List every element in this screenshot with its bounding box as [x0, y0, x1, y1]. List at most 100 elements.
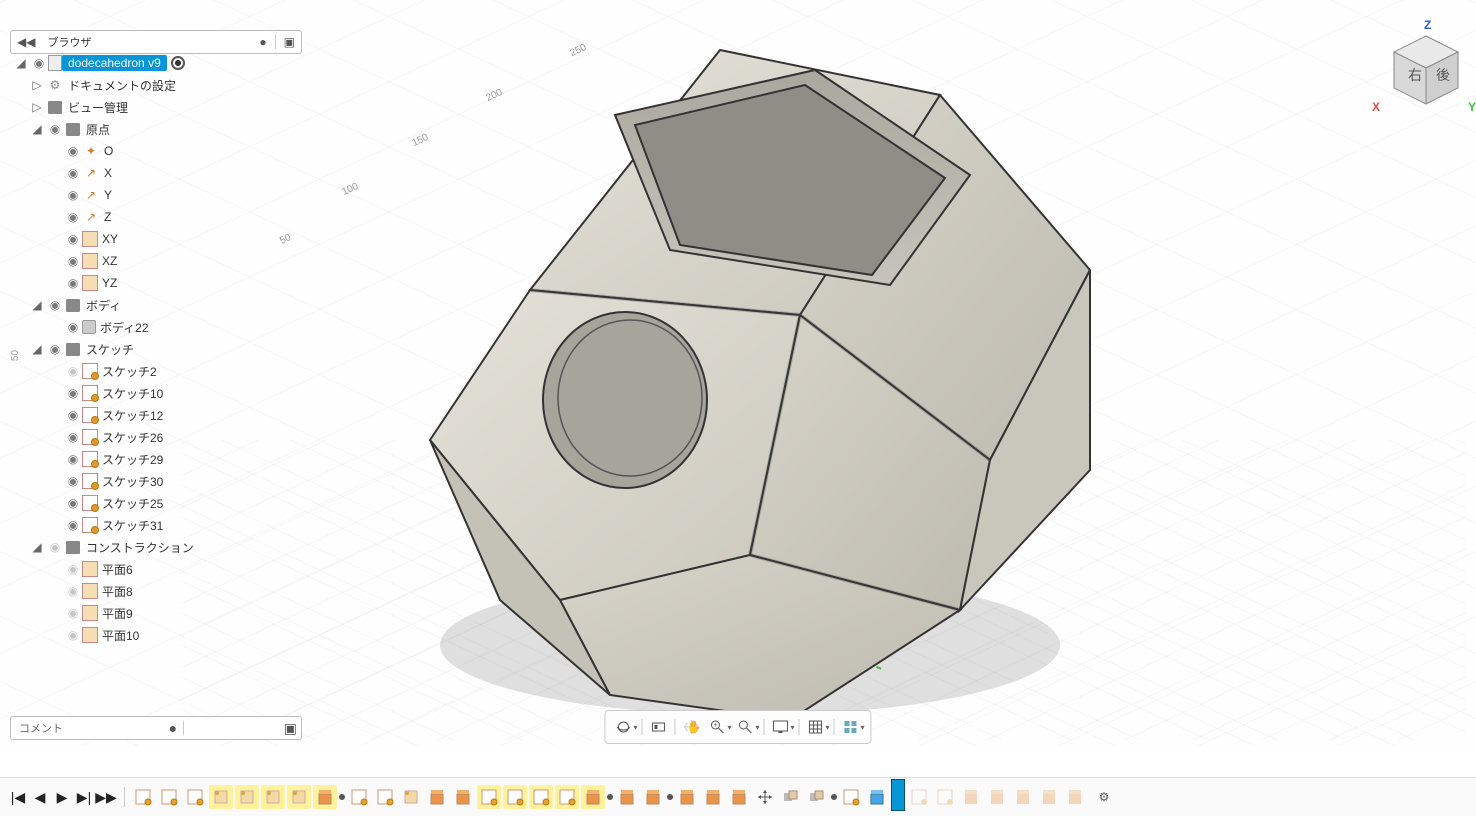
timeline-feature-plane[interactable] [399, 785, 423, 809]
timeline-feature-extrude[interactable] [641, 785, 665, 809]
comment-expand-button[interactable]: ● [165, 720, 181, 736]
expand-arrow-icon[interactable]: ◢ [28, 120, 46, 138]
tree-origin-item[interactable]: ◉YZ [10, 272, 310, 294]
timeline-feature-sketch[interactable] [373, 785, 397, 809]
expand-arrow-icon[interactable]: ▷ [28, 76, 46, 94]
visibility-toggle-icon[interactable]: ◉ [64, 164, 82, 182]
tree-origin-item[interactable]: ◉↗Y [10, 184, 310, 206]
timeline-feature-sketch[interactable] [477, 785, 501, 809]
tree-construction-item[interactable]: ◉平面9 [10, 602, 310, 624]
tree-sketch-group[interactable]: ◢ ◉ スケッチ [10, 338, 310, 360]
timeline-prev-button[interactable]: ◀ [30, 787, 50, 807]
timeline-feature-combine[interactable] [779, 785, 803, 809]
timeline-feature-sketch-d[interactable] [907, 785, 931, 809]
tree-construction-item[interactable]: ◉平面6 [10, 558, 310, 580]
tree-origin-item[interactable]: ◉✦O [10, 140, 310, 162]
visibility-toggle-icon[interactable]: ◉ [64, 450, 82, 468]
visibility-toggle-icon[interactable]: ◉ [64, 428, 82, 446]
visibility-toggle-icon[interactable]: ◉ [64, 318, 82, 336]
visibility-toggle-icon[interactable]: ◉ [64, 494, 82, 512]
grid-settings-button[interactable] [804, 716, 828, 738]
visibility-toggle-icon[interactable]: ◉ [46, 120, 64, 138]
tree-sketch-item[interactable]: ◉スケッチ29 [10, 448, 310, 470]
timeline-feature-combine[interactable] [805, 785, 829, 809]
timeline-feature-sketch[interactable] [183, 785, 207, 809]
browser-tree[interactable]: ◢ ◉ dodecahedron v9 ▷ ⚙ ドキュメントの設定 ▷ ビュー管… [10, 52, 310, 646]
expand-arrow-icon[interactable]: ◢ [12, 54, 30, 72]
visibility-toggle-icon[interactable]: ◉ [64, 560, 82, 578]
orbit-button[interactable] [611, 716, 635, 738]
tree-origin-item[interactable]: ◉XZ [10, 250, 310, 272]
timeline-feature-sketch[interactable] [839, 785, 863, 809]
tree-body-item[interactable]: ◉ボディ22 [10, 316, 310, 338]
comment-panel-header[interactable]: コメント ● ▣ [10, 716, 302, 740]
display-settings-button[interactable] [769, 716, 793, 738]
visibility-toggle-icon[interactable]: ◉ [64, 516, 82, 534]
pan-button[interactable]: ✋ [679, 716, 703, 738]
timeline-feature-sketch[interactable] [555, 785, 579, 809]
visibility-toggle-icon[interactable]: ◉ [64, 582, 82, 600]
tree-sketch-item[interactable]: ◉スケッチ12 [10, 404, 310, 426]
timeline-feature-extrude-d[interactable] [1011, 785, 1035, 809]
timeline-feature-extrude[interactable] [581, 785, 605, 809]
tree-doc-settings[interactable]: ▷ ⚙ ドキュメントの設定 [10, 74, 310, 96]
tree-sketch-item[interactable]: ◉スケッチ25 [10, 492, 310, 514]
tree-sketch-item[interactable]: ◉スケッチ30 [10, 470, 310, 492]
tree-construction-item[interactable]: ◉平面8 [10, 580, 310, 602]
timeline-feature-extrude[interactable] [451, 785, 475, 809]
tree-view-mgmt[interactable]: ▷ ビュー管理 [10, 96, 310, 118]
timeline-next-button[interactable]: ▶| [74, 787, 94, 807]
tree-sketch-item[interactable]: ◉スケッチ10 [10, 382, 310, 404]
timeline-feature-extrude[interactable] [615, 785, 639, 809]
visibility-toggle-icon[interactable]: ◉ [64, 604, 82, 622]
timeline-feature-plane[interactable] [209, 785, 233, 809]
tree-bodies-group[interactable]: ◢ ◉ ボディ [10, 294, 310, 316]
timeline-first-button[interactable]: |◀ [8, 787, 28, 807]
visibility-toggle-icon[interactable]: ◉ [64, 472, 82, 490]
timeline-feature-extrude[interactable] [425, 785, 449, 809]
timeline-feature-extrude[interactable] [675, 785, 699, 809]
tree-construction-group[interactable]: ◢ ◉ コンストラクション [10, 536, 310, 558]
visibility-toggle-icon[interactable]: ◉ [64, 252, 82, 270]
visibility-toggle-icon[interactable]: ◉ [64, 384, 82, 402]
timeline-feature-extrude-blue[interactable] [865, 785, 889, 809]
timeline-playhead[interactable] [891, 779, 905, 811]
timeline-settings-button[interactable]: ⚙ [1095, 788, 1113, 806]
timeline-last-button[interactable]: ▶▶ [96, 787, 116, 807]
browser-close-button[interactable]: ▣ [278, 35, 301, 49]
timeline-feature-sketch-d[interactable] [933, 785, 957, 809]
timeline-feature-extrude[interactable] [727, 785, 751, 809]
tree-origin-item[interactable]: ◉XY [10, 228, 310, 250]
viewcube[interactable]: 右 後 Z X Y [1386, 30, 1466, 120]
timeline-feature-extrude-d[interactable] [959, 785, 983, 809]
browser-collapse-button[interactable]: ◀◀ [11, 35, 41, 49]
expand-arrow-icon[interactable]: ◢ [28, 340, 46, 358]
visibility-toggle-icon[interactable]: ◉ [46, 340, 64, 358]
tree-origin-group[interactable]: ◢ ◉ 原点 [10, 118, 310, 140]
viewport-layout-button[interactable] [839, 716, 863, 738]
timeline-feature-extrude-d[interactable] [1063, 785, 1087, 809]
tree-construction-item[interactable]: ◉平面10 [10, 624, 310, 646]
visibility-toggle-icon[interactable]: ◉ [30, 54, 48, 72]
expand-arrow-icon[interactable]: ▷ [28, 98, 46, 116]
timeline-feature-plane[interactable] [287, 785, 311, 809]
timeline-feature-move[interactable] [753, 785, 777, 809]
timeline-feature-sketch[interactable] [347, 785, 371, 809]
activate-radio-icon[interactable] [171, 56, 185, 70]
visibility-toggle-icon[interactable]: ◉ [46, 296, 64, 314]
expand-arrow-icon[interactable]: ◢ [28, 296, 46, 314]
visibility-toggle-icon[interactable]: ◉ [64, 230, 82, 248]
comment-close-button[interactable]: ▣ [280, 720, 301, 737]
tree-origin-item[interactable]: ◉↗Z [10, 206, 310, 228]
visibility-toggle-icon[interactable]: ◉ [64, 208, 82, 226]
timeline-feature-sketch[interactable] [131, 785, 155, 809]
timeline-feature-sketch[interactable] [529, 785, 553, 809]
tree-sketch-item[interactable]: ◉スケッチ2 [10, 360, 310, 382]
timeline-feature-sketch[interactable] [503, 785, 527, 809]
timeline-feature-extrude-d[interactable] [1037, 785, 1061, 809]
tree-sketch-item[interactable]: ◉スケッチ26 [10, 426, 310, 448]
visibility-toggle-icon[interactable]: ◉ [46, 538, 64, 556]
zoom-button[interactable]: + [705, 716, 729, 738]
browser-panel-header[interactable]: ◀◀ ブラウザ ● ▣ [10, 30, 302, 54]
tree-sketch-item[interactable]: ◉スケッチ31 [10, 514, 310, 536]
